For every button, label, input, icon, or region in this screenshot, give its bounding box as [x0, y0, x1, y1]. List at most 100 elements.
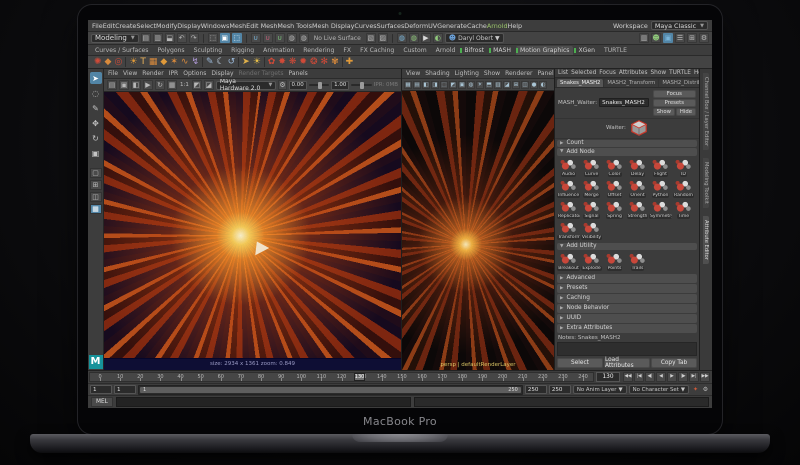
- layout-button[interactable]: ▢: [89, 168, 102, 178]
- range-slider-handle[interactable]: 1 250: [140, 386, 521, 393]
- mash-node-button[interactable]: Signal: [580, 199, 603, 219]
- menu-item[interactable]: Generate: [437, 22, 467, 30]
- collapsed-section-header[interactable]: ▶ Presets: [557, 283, 697, 293]
- viewport-icon[interactable]: ◫: [521, 80, 529, 89]
- gamma-slider[interactable]: [351, 81, 372, 89]
- menu-item[interactable]: Curves: [354, 22, 376, 30]
- hide-button[interactable]: Hide: [675, 107, 696, 116]
- footer-button[interactable]: Copy Tab: [651, 357, 697, 368]
- render-toolbar-icon[interactable]: ◧: [131, 80, 141, 90]
- toolbar-icon[interactable]: ◐: [432, 33, 443, 43]
- toolbar-icon[interactable]: ◍: [286, 33, 297, 43]
- mash-node-button[interactable]: Spring: [603, 199, 626, 219]
- playback-button[interactable]: ◀|: [645, 371, 655, 382]
- show-button[interactable]: Show: [652, 107, 675, 116]
- node-tab[interactable]: MASH2_Transform: [604, 78, 659, 87]
- shelf-tool-icon[interactable]: ❂: [310, 57, 318, 67]
- rotate-tool[interactable]: ↻: [90, 132, 102, 144]
- toolbar-icon[interactable]: [391, 33, 393, 43]
- user-account-chip[interactable]: ☻ Daryl Obert ▼: [444, 33, 504, 43]
- shelf-tool-icon[interactable]: ◎: [114, 57, 122, 67]
- shelf-tool-icon[interactable]: ✻: [321, 57, 329, 67]
- gamma-field[interactable]: 1.00: [331, 80, 350, 90]
- menu-item[interactable]: UV: [428, 22, 437, 30]
- panel-menu-item[interactable]: Help: [694, 70, 699, 76]
- viewport-icon[interactable]: ▦: [404, 80, 412, 89]
- render-toolbar-icon[interactable]: ▦: [167, 80, 177, 90]
- render-toolbar-icon[interactable]: ▤: [107, 80, 117, 90]
- menu-item[interactable]: Mesh Tools: [277, 22, 312, 30]
- shelf-tool-icon[interactable]: ✚: [346, 57, 354, 67]
- viewport-icon[interactable]: ☀: [476, 80, 484, 89]
- menu-item[interactable]: Arnold: [487, 22, 508, 30]
- count-section-header[interactable]: ▶ Count: [557, 139, 697, 148]
- shelf-tool-icon[interactable]: ✹: [299, 57, 307, 67]
- mash-node-button[interactable]: Transform: [557, 220, 580, 240]
- shelf-tab[interactable]: TURTLE: [600, 46, 631, 55]
- viewport-icon[interactable]: ◨: [431, 80, 439, 89]
- layout-button[interactable]: ◫: [89, 192, 102, 202]
- presets-button[interactable]: Presets: [652, 98, 696, 107]
- zoom-ratio-label[interactable]: 1:1: [180, 82, 189, 88]
- shelf-tool-icon[interactable]: ✸: [278, 57, 286, 67]
- shelf-tab[interactable]: Bifrost: [460, 46, 488, 55]
- menu-item[interactable]: Cache: [467, 22, 487, 30]
- toolbar-icon[interactable]: ▣: [219, 33, 230, 43]
- toolbar-icon[interactable]: ⬚: [231, 33, 242, 43]
- side-panel-tab[interactable]: Channel Box / Layer Editor: [703, 73, 709, 151]
- panel-menu-item[interactable]: IPR: [169, 70, 179, 77]
- toolbar-icon[interactable]: ↶: [176, 33, 187, 43]
- panel-menu-item[interactable]: File: [108, 70, 118, 77]
- renderer-dropdown[interactable]: Maya Hardware 2.0 ▼: [215, 79, 277, 91]
- viewport-icon[interactable]: ▣: [458, 80, 466, 89]
- shelf-tool-icon[interactable]: ☀: [129, 57, 137, 67]
- channel-display-icon[interactable]: ◪: [203, 80, 214, 90]
- panel-menu-item[interactable]: Shading: [425, 70, 449, 77]
- shelf-tool-icon[interactable]: ✾: [331, 57, 339, 67]
- toolbar-icon[interactable]: ⬚: [207, 33, 218, 43]
- add-utility-section-header[interactable]: ▼ Add Utility: [557, 242, 697, 250]
- layout-button[interactable]: ▦: [89, 204, 102, 214]
- shelf-tool-icon[interactable]: ✺: [94, 57, 102, 67]
- menu-item[interactable]: Help: [508, 22, 523, 30]
- mash-utility-button[interactable]: Trails: [626, 251, 649, 271]
- panel-menu-item[interactable]: Attributes: [619, 70, 648, 76]
- paint-select-tool[interactable]: ✎: [90, 102, 102, 114]
- anim-start-field[interactable]: 1: [90, 385, 112, 395]
- node-tab[interactable]: Snakes_MASH2: [557, 78, 604, 87]
- panel-menu-item[interactable]: Render Targets: [239, 70, 284, 77]
- panel-menu-item[interactable]: Panels: [288, 70, 307, 77]
- viewport-icon[interactable]: ⬚: [440, 80, 448, 89]
- panel-menu-item[interactable]: View: [123, 70, 137, 77]
- shelf-tab[interactable]: Curves / Surfaces: [91, 46, 152, 55]
- gear-icon[interactable]: ⚙: [278, 80, 287, 90]
- mash-node-button[interactable]: Merge: [580, 178, 603, 198]
- toolbar-icon[interactable]: ▤: [140, 33, 151, 43]
- playback-start-field[interactable]: 1: [114, 385, 136, 395]
- autokey-icon[interactable]: ⚙: [701, 385, 710, 394]
- menu-item[interactable]: Create: [115, 22, 136, 30]
- menu-item[interactable]: Windows: [201, 22, 230, 30]
- character-set-dropdown[interactable]: No Character Set ▼: [628, 385, 689, 395]
- shelf-tool-icon[interactable]: [263, 57, 265, 67]
- workspace-dropdown[interactable]: Maya Classic ▼: [650, 21, 708, 30]
- panel-menu-item[interactable]: Renderer: [505, 70, 532, 77]
- viewport-icon[interactable]: ◩: [449, 80, 457, 89]
- channel-display-icon[interactable]: ◩: [191, 80, 202, 90]
- viewport-icon[interactable]: ▤: [413, 80, 421, 89]
- panel-menu-item[interactable]: Focus: [599, 70, 616, 76]
- shelf-tab[interactable]: Rigging: [227, 46, 258, 55]
- menu-item[interactable]: Select: [136, 22, 156, 30]
- shelf-tool-icon[interactable]: ☀: [253, 57, 261, 67]
- shelf-tool-icon[interactable]: ◆: [105, 57, 112, 67]
- shelf-tool-icon[interactable]: ➤: [242, 57, 250, 67]
- timeline-ticks[interactable]: 0102030405060708090100110120130 140150160…: [89, 371, 594, 382]
- shelf-tool-icon[interactable]: ∿: [181, 57, 189, 67]
- toolbar-icon[interactable]: ▨: [377, 33, 388, 43]
- exposure-slider[interactable]: [308, 81, 330, 89]
- mash-node-button[interactable]: Python: [649, 178, 672, 198]
- collapsed-section-header[interactable]: ▶ Extra Attributes: [557, 323, 697, 333]
- node-tab[interactable]: MASH2_Distribute: [659, 78, 699, 87]
- viewport-icon[interactable]: ⬒: [485, 80, 493, 89]
- mash-node-button[interactable]: Replicator: [557, 199, 580, 219]
